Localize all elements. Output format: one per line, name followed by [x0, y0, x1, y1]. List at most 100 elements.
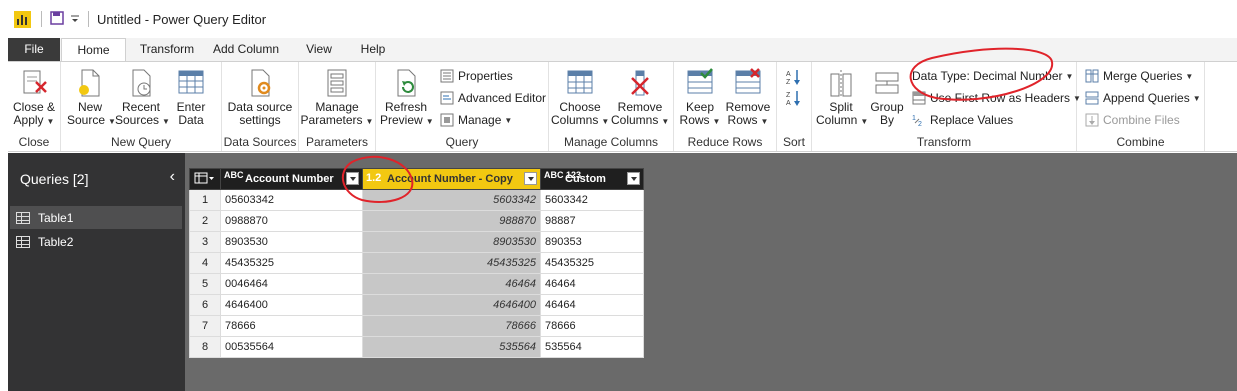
table-row: 4 45435325 45435325 45435325: [189, 252, 644, 274]
tab-file[interactable]: File: [8, 38, 60, 61]
split-column-button[interactable]: Split Column ▼: [816, 68, 868, 128]
append-queries-button[interactable]: Append Queries ▼: [1085, 91, 1201, 105]
cell[interactable]: 988870: [362, 210, 541, 232]
cell[interactable]: 5603342: [540, 189, 644, 211]
cell[interactable]: 78666: [362, 315, 541, 337]
filter-dropdown-icon[interactable]: [524, 172, 537, 185]
column-name: Account Number - Copy: [387, 173, 513, 185]
table-row: 1 05603342 5603342 5603342: [189, 189, 644, 211]
cell[interactable]: 4646400: [220, 294, 363, 316]
query-item-table1[interactable]: Table1: [10, 206, 182, 229]
cell[interactable]: 45435325: [362, 252, 541, 274]
combine-files-icon: [1085, 113, 1099, 127]
row-number[interactable]: 6: [189, 294, 221, 316]
row-number[interactable]: 4: [189, 252, 221, 274]
use-first-row-as-headers-button[interactable]: Use First Row as Headers ▼: [912, 91, 1081, 105]
tab-transform[interactable]: Transform: [132, 38, 202, 61]
column-header-account-number[interactable]: ABC Account Number: [220, 168, 363, 190]
cell[interactable]: 5603342: [362, 189, 541, 211]
row-number[interactable]: 5: [189, 273, 221, 295]
chevron-down-icon: ▼: [661, 117, 670, 126]
filter-dropdown-icon[interactable]: [627, 172, 640, 185]
data-source-settings-button[interactable]: Data source settings: [222, 68, 298, 127]
collapse-pane-icon[interactable]: ‹: [170, 168, 175, 186]
data-grid: ABC Account Number 1.2 Account Number - …: [189, 168, 644, 358]
row-number[interactable]: 7: [189, 315, 221, 337]
cell[interactable]: 46464: [362, 273, 541, 295]
data-source-settings-label-2: settings: [239, 113, 281, 127]
sort-ascending-button[interactable]: AZ: [786, 68, 802, 86]
choose-columns-button[interactable]: Choose Columns ▼: [551, 68, 609, 128]
replace-values-icon: 12: [912, 113, 926, 128]
cell[interactable]: 45435325: [220, 252, 363, 274]
query-item-table2[interactable]: Table2: [10, 230, 182, 253]
new-source-button[interactable]: New Source ▼: [67, 68, 116, 128]
enter-data-button[interactable]: Enter Data: [169, 68, 213, 127]
remove-rows-button[interactable]: Remove Rows ▼: [724, 68, 772, 128]
group-parameters: Manage Parameters ▼ Parameters: [299, 62, 376, 151]
combine-files-button[interactable]: Combine Files: [1085, 113, 1180, 127]
recent-sources-button[interactable]: Recent Sources ▼: [115, 68, 170, 128]
cell[interactable]: 8903530: [220, 231, 363, 253]
manage-parameters-label-2: Parameters: [300, 113, 363, 127]
row-number[interactable]: 8: [189, 336, 221, 358]
ribbon: Close & Apply ▼ Close New Source ▼ Recent …: [8, 61, 1237, 152]
advanced-editor-button[interactable]: Advanced Editor: [440, 91, 546, 105]
group-label-new-query: New Query: [110, 135, 172, 149]
cell[interactable]: 98887: [540, 210, 644, 232]
save-icon[interactable]: [50, 10, 64, 28]
group-by-icon: [873, 68, 901, 98]
cell[interactable]: 0988870: [220, 210, 363, 232]
manage-query-button[interactable]: Manage ▼: [440, 113, 512, 127]
cell[interactable]: 00535564: [220, 336, 363, 358]
column-header-account-number-copy[interactable]: 1.2 Account Number - Copy: [362, 168, 541, 190]
quick-access-dropdown-icon[interactable]: [70, 12, 80, 27]
cell[interactable]: 0046464: [220, 273, 363, 295]
group-by-button[interactable]: Group By: [868, 68, 906, 127]
cell[interactable]: 46464: [540, 273, 644, 295]
row-number[interactable]: 1: [189, 189, 221, 211]
text-type-icon[interactable]: ABC: [224, 171, 244, 180]
manage-parameters-button[interactable]: Manage Parameters ▼: [299, 68, 375, 128]
cell[interactable]: 78666: [220, 315, 363, 337]
cell[interactable]: 45435325: [540, 252, 644, 274]
cell[interactable]: 535564: [540, 336, 644, 358]
filter-dropdown-icon[interactable]: [346, 172, 359, 185]
refresh-label-2: Preview: [380, 113, 423, 127]
cell[interactable]: 46464: [540, 294, 644, 316]
merge-queries-button[interactable]: Merge Queries ▼: [1085, 69, 1193, 83]
properties-button[interactable]: Properties: [440, 69, 513, 83]
chevron-down-icon: ▼: [1192, 93, 1201, 103]
tab-add-column[interactable]: Add Column: [208, 38, 284, 61]
column-name: Custom: [565, 173, 606, 185]
any-type-icon[interactable]: ABC 123: [544, 171, 581, 180]
keep-rows-button[interactable]: Keep Rows ▼: [678, 68, 722, 128]
replace-values-button[interactable]: 12 Replace Values: [912, 113, 1013, 128]
sort-descending-button[interactable]: ZA: [786, 89, 802, 107]
ribbon-tabs: File Home Transform Add Column View Help: [8, 38, 1237, 62]
group-query: Refresh Preview ▼ Properties Advanced Edi…: [376, 62, 549, 151]
close-apply-button[interactable]: Close & Apply ▼: [10, 68, 58, 128]
tab-view[interactable]: View: [298, 38, 340, 61]
cell[interactable]: 8903530: [362, 231, 541, 253]
column-header-custom[interactable]: ABC 123 Custom: [540, 168, 644, 190]
cell[interactable]: 535564: [362, 336, 541, 358]
data-type-dropdown[interactable]: Data Type: Decimal Number ▼: [912, 69, 1073, 83]
decimal-type-icon[interactable]: 1.2: [366, 172, 381, 185]
tab-help[interactable]: Help: [352, 38, 394, 61]
tab-home[interactable]: Home: [61, 38, 126, 62]
cell[interactable]: 890353: [540, 231, 644, 253]
row-number[interactable]: 2: [189, 210, 221, 232]
cell[interactable]: 78666: [540, 315, 644, 337]
refresh-preview-button[interactable]: Refresh Preview ▼: [380, 68, 434, 128]
combine-files-label: Combine Files: [1103, 113, 1180, 127]
remove-columns-button[interactable]: Remove Columns ▼: [611, 68, 669, 128]
cell[interactable]: 4646400: [362, 294, 541, 316]
cell[interactable]: 05603342: [220, 189, 363, 211]
table-menu-button[interactable]: [189, 168, 221, 190]
table-row: 3 8903530 8903530 890353: [189, 231, 644, 253]
data-preview-area: ABC Account Number 1.2 Account Number - …: [185, 153, 1237, 391]
row-number[interactable]: 3: [189, 231, 221, 253]
svg-text:Z: Z: [786, 79, 791, 86]
manage-label: Manage: [458, 113, 502, 127]
